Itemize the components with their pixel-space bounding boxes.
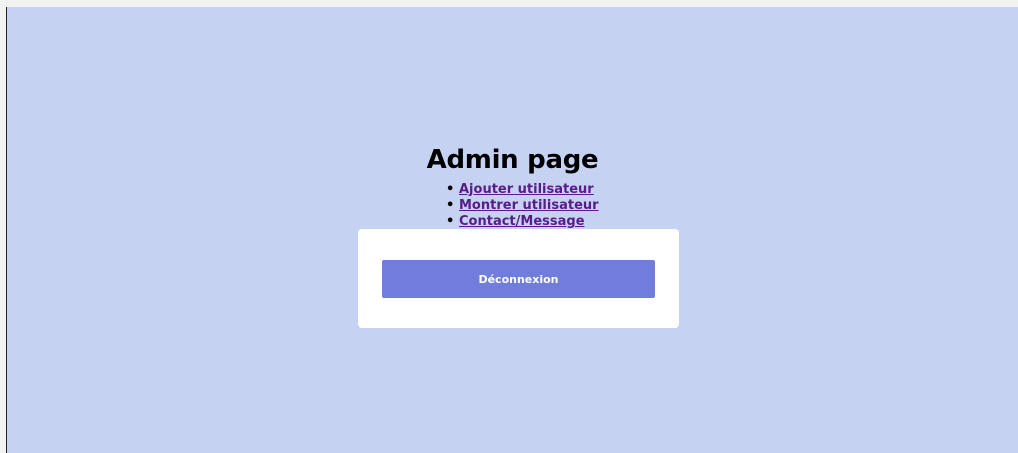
- page-title: Admin page: [426, 145, 599, 175]
- show-users-link[interactable]: Montrer utilisateur: [459, 198, 599, 213]
- logout-card: Déconnexion: [358, 229, 679, 328]
- list-item: • Montrer utilisateur: [443, 198, 599, 214]
- list-item: • Contact/Message: [443, 214, 599, 230]
- bullet-icon: •: [446, 198, 455, 213]
- page-viewport: Admin page • Ajouter utilisateur • Montr…: [6, 7, 1018, 453]
- main-content: Admin page • Ajouter utilisateur • Montr…: [7, 7, 1018, 453]
- admin-links-list: • Ajouter utilisateur • Montrer utilisat…: [443, 182, 599, 230]
- list-item: • Ajouter utilisateur: [443, 182, 599, 198]
- add-user-link[interactable]: Ajouter utilisateur: [459, 182, 594, 197]
- contact-message-link[interactable]: Contact/Message: [459, 214, 585, 229]
- logout-button[interactable]: Déconnexion: [382, 260, 655, 298]
- bullet-icon: •: [446, 214, 455, 229]
- bullet-icon: •: [446, 182, 455, 197]
